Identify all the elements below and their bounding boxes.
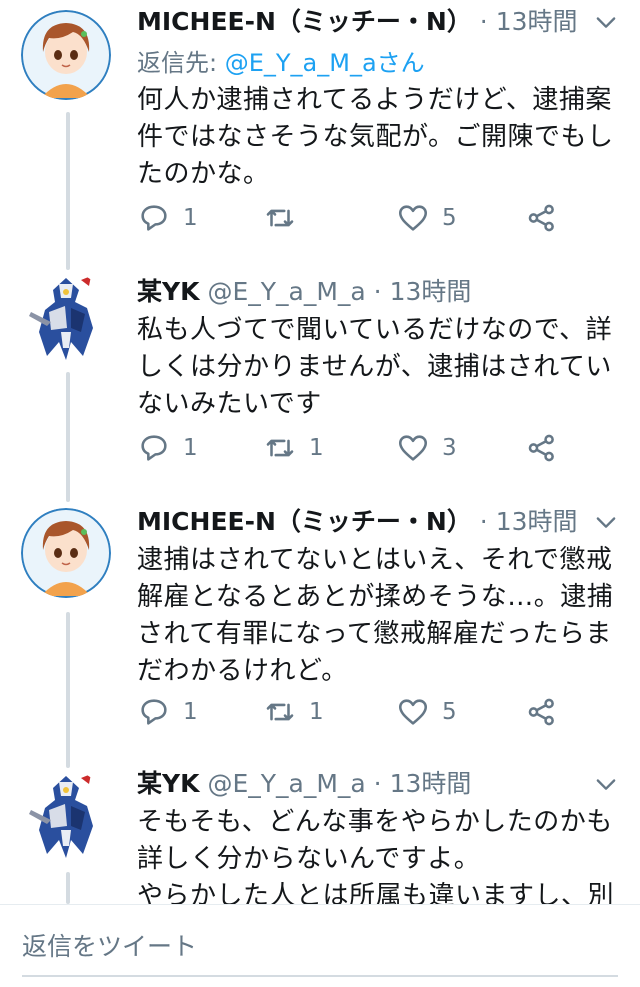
retweet-icon (266, 209, 294, 227)
text-line: 何人か逮捕されてるようだけど、逮捕案 (137, 85, 612, 115)
like-button[interactable]: 5 (396, 692, 457, 732)
tweet-header: 某YK @E_Y_a_M_a · 13時間 (137, 274, 626, 310)
reply-to: 返信先: @E_Y_a_M_aさん (137, 46, 626, 80)
like-count: 3 (442, 435, 457, 461)
comment-icon (141, 699, 167, 725)
text-line: しくは分かりませんが、逮捕はされてい (137, 352, 612, 382)
tweet-text: 何人か逮捕されてるようだけど、逮捕案 件ではなさそうな気配が。ご開陳でもし たの… (137, 82, 626, 193)
display-name[interactable]: 某YK (137, 277, 199, 306)
chevron-down-icon[interactable] (592, 770, 620, 798)
tweet[interactable]: MICHEE-N（ミッチー・N） · 13時間 逮捕はされてないとはいえ、それで… (0, 502, 640, 768)
reply-to-mention[interactable]: @E_Y_a_M_aさん (225, 49, 425, 77)
reply-button[interactable]: 1 (137, 198, 198, 238)
display-name[interactable]: 某YK (137, 769, 199, 798)
tweet[interactable]: MICHEE-N（ミッチー・N） · 13時間 返信先: @E_Y_a_M_aさ… (0, 0, 640, 270)
display-name[interactable]: MICHEE-N（ミッチー・N） (137, 507, 472, 536)
reply-button[interactable]: 1 (137, 428, 198, 468)
like-count: 5 (442, 205, 457, 231)
separator-dot: · (479, 507, 488, 536)
text-line: 詳しく分からないんですよ。 (137, 844, 481, 874)
tweet-header: MICHEE-N（ミッチー・N） · 13時間 (137, 4, 626, 40)
retweet-icon (266, 703, 294, 721)
retweet-button[interactable] (263, 198, 309, 238)
reply-composer: 返信をツイート (0, 904, 640, 987)
avatar[interactable] (21, 272, 111, 362)
chevron-down-icon[interactable] (592, 508, 620, 536)
timestamp[interactable]: 13時間 (390, 277, 472, 306)
tweet-actions: 1 5 (137, 198, 577, 238)
timestamp[interactable]: 13時間 (390, 769, 472, 798)
retweet-icon (266, 439, 294, 457)
avatar[interactable] (21, 508, 111, 598)
text-line: たのかな。 (137, 159, 270, 189)
tweet[interactable]: 某YK @E_Y_a_M_a · 13時間 そもそも、どんな事をやらかしたのかも… (0, 766, 640, 911)
separator-dot: · (373, 769, 382, 798)
text-line: 件ではなさそうな気配が。ご開陳でもし (137, 122, 614, 152)
share-icon (528, 434, 554, 462)
tweet-header: MICHEE-N（ミッチー・N） · 13時間 (137, 504, 626, 540)
text-line: 私も人づてで聞いているだけなので、詳 (137, 315, 613, 345)
share-icon (528, 698, 554, 726)
tweet-text: そもそも、どんな事をやらかしたのかも 詳しく分からないんですよ。 やらかした人と… (137, 804, 626, 915)
reply-count: 1 (183, 699, 198, 725)
comment-icon (141, 435, 167, 461)
timestamp[interactable]: 13時間 (496, 7, 578, 36)
separator-dot: · (479, 7, 488, 36)
heart-icon (398, 435, 428, 461)
text-line: されて有罪になって懲戒解雇だったらま (137, 619, 612, 649)
text-line: 逮捕はされてないとはいえ、それで懲戒 (137, 545, 613, 575)
like-button[interactable]: 5 (396, 198, 457, 238)
like-button[interactable]: 3 (396, 428, 457, 468)
display-name[interactable]: MICHEE-N（ミッチー・N） (137, 7, 472, 36)
tweet-text: 逮捕はされてないとはいえ、それで懲戒 解雇となるとあとが揉めそうな…。逮捕 され… (137, 542, 626, 690)
tweet-header: 某YK @E_Y_a_M_a · 13時間 (137, 766, 626, 802)
retweet-button[interactable]: 1 (263, 428, 324, 468)
chevron-down-icon[interactable] (592, 8, 620, 36)
text-line: 解雇となるとあとが揉めそうな…。逮捕 (137, 582, 614, 612)
text-line: だわかるけれど。 (137, 656, 348, 686)
reply-input-underline (22, 975, 618, 977)
avatar[interactable] (21, 10, 111, 100)
retweet-count: 1 (309, 699, 324, 725)
share-button[interactable] (525, 692, 559, 732)
reply-count: 1 (183, 435, 198, 461)
user-handle[interactable]: @E_Y_a_M_a (207, 769, 365, 798)
text-line: そもそも、どんな事をやらかしたのかも (137, 807, 613, 837)
reply-count: 1 (183, 205, 198, 231)
like-count: 5 (442, 699, 457, 725)
share-button[interactable] (525, 198, 559, 238)
reply-to-label: 返信先: (137, 49, 225, 77)
text-line: ないみたいです (137, 389, 322, 419)
reply-button[interactable]: 1 (137, 692, 198, 732)
retweet-button[interactable]: 1 (263, 692, 324, 732)
retweet-count: 1 (309, 435, 324, 461)
separator-dot: · (373, 277, 382, 306)
avatar[interactable] (21, 770, 111, 860)
timestamp[interactable]: 13時間 (496, 507, 578, 536)
tweet[interactable]: 某YK @E_Y_a_M_a · 13時間 私も人づてで聞いているだけなので、詳… (0, 270, 640, 502)
tweet-actions: 1 1 3 (137, 428, 577, 468)
user-handle[interactable]: @E_Y_a_M_a (207, 277, 365, 306)
tweet-text: 私も人づてで聞いているだけなので、詳 しくは分かりませんが、逮捕はされてい ない… (137, 312, 626, 423)
tweet-actions: 1 1 5 (137, 692, 577, 732)
share-icon (528, 204, 554, 232)
share-button[interactable] (525, 428, 559, 468)
comment-icon (141, 205, 167, 231)
heart-icon (398, 205, 428, 231)
heart-icon (398, 699, 428, 725)
reply-input[interactable]: 返信をツイート (22, 927, 197, 963)
